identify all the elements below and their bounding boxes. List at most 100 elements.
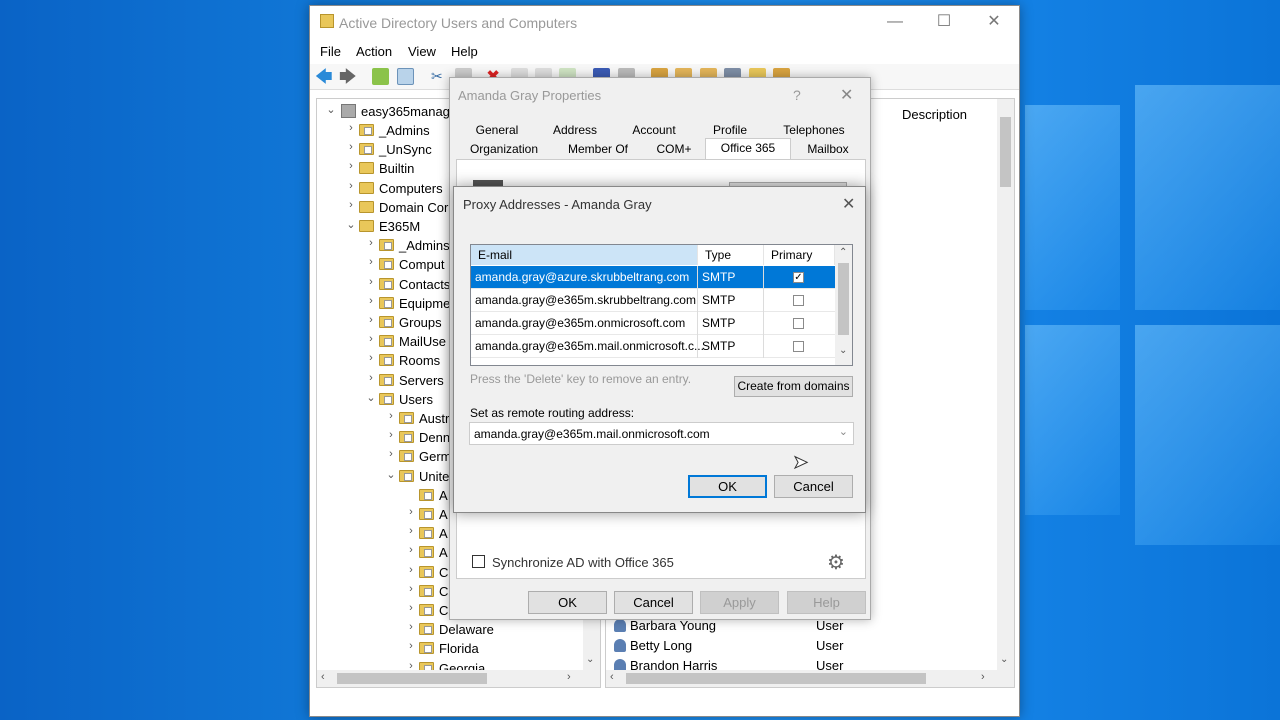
ou-folder-icon <box>419 623 434 636</box>
scroll-left-icon[interactable]: ‹ <box>610 671 614 683</box>
table-row[interactable]: amanda.gray@e365m.mail.onmicrosoft.c... … <box>471 335 835 358</box>
proxy-address-grid[interactable]: E-mail Type Primary amanda.gray@azure.sk… <box>470 244 853 366</box>
scroll-down-icon[interactable]: ⌄ <box>586 654 594 665</box>
tab-organization[interactable]: Organization <box>458 140 550 159</box>
tree-horizontal-scrollbar[interactable]: ‹ › <box>317 670 600 687</box>
scroll-down-icon[interactable]: ⌄ <box>839 345 847 356</box>
chevron-right-icon[interactable]: › <box>345 122 357 134</box>
forward-arrow-icon[interactable]: 🡆 <box>339 68 357 85</box>
gear-icon[interactable]: ⚙ <box>827 550 845 575</box>
chevron-right-icon[interactable]: › <box>385 429 397 441</box>
tab-mailbox[interactable]: Mailbox <box>791 140 865 159</box>
proxy-addresses-dialog: Proxy Addresses - Amanda Gray ✕ E-mail T… <box>453 186 866 513</box>
cut-icon[interactable]: ✂ <box>431 68 448 85</box>
chevron-right-icon[interactable]: › <box>405 506 417 518</box>
tab-member-of[interactable]: Member Of <box>550 140 646 159</box>
grid-vertical-scrollbar[interactable]: ⌃ ⌄ <box>835 245 852 365</box>
scroll-left-icon[interactable]: ‹ <box>321 671 325 683</box>
primary-checkbox[interactable] <box>793 295 804 306</box>
up-folder-icon[interactable] <box>372 68 389 85</box>
menu-file[interactable]: File <box>320 44 341 59</box>
list-horizontal-scrollbar[interactable]: ‹ › <box>606 670 1014 687</box>
show-tree-icon[interactable] <box>397 68 414 85</box>
menu-view[interactable]: View <box>408 44 436 59</box>
scroll-thumb[interactable] <box>1000 117 1011 187</box>
close-icon[interactable]: ✕ <box>840 85 853 105</box>
menu-action[interactable]: Action <box>356 44 392 59</box>
chevron-right-icon[interactable]: › <box>345 160 357 172</box>
tab-office-365[interactable]: Office 365 <box>705 138 791 160</box>
chevron-right-icon[interactable]: › <box>405 602 417 614</box>
chevron-right-icon[interactable]: › <box>365 237 377 249</box>
scroll-right-icon[interactable]: › <box>981 671 985 683</box>
tab-address[interactable]: Address <box>536 121 614 140</box>
column-header-email[interactable]: E-mail <box>471 245 698 265</box>
chevron-right-icon[interactable]: › <box>365 295 377 307</box>
apply-button[interactable]: Apply <box>700 591 779 614</box>
tab-general[interactable]: General <box>458 121 536 140</box>
minimize-button[interactable]: — <box>875 10 915 34</box>
scroll-up-icon[interactable]: ⌃ <box>839 247 847 258</box>
help-button[interactable]: Help <box>787 591 866 614</box>
chevron-right-icon[interactable]: › <box>365 256 377 268</box>
chevron-down-icon[interactable]: ⌄ <box>325 103 337 116</box>
cancel-button[interactable]: Cancel <box>774 475 853 498</box>
column-header-primary[interactable]: Primary <box>764 245 835 265</box>
routing-address-select[interactable]: amanda.gray@e365m.mail.onmicrosoft.com ⌄ <box>469 422 854 445</box>
chevron-right-icon[interactable]: › <box>405 544 417 556</box>
ou-folder-icon <box>379 335 394 348</box>
chevron-right-icon[interactable]: › <box>405 525 417 537</box>
tree-label: Germ <box>419 449 452 465</box>
chevron-right-icon[interactable]: › <box>345 199 357 211</box>
cancel-button[interactable]: Cancel <box>614 591 693 614</box>
list-vertical-scrollbar[interactable]: ⌄ <box>997 99 1014 687</box>
chevron-right-icon[interactable]: › <box>385 410 397 422</box>
chevron-right-icon[interactable]: › <box>405 640 417 652</box>
tab-account[interactable]: Account <box>614 121 694 140</box>
scroll-right-icon[interactable]: › <box>567 671 571 683</box>
create-from-domains-button[interactable]: Create from domains <box>734 376 853 397</box>
ok-button[interactable]: OK <box>688 475 767 498</box>
menu-help[interactable]: Help <box>451 44 478 59</box>
sync-checkbox[interactable] <box>472 555 485 568</box>
chevron-down-icon[interactable]: ⌄ <box>385 468 397 481</box>
column-header-description[interactable]: Description <box>902 107 967 122</box>
maximize-button[interactable]: ☐ <box>924 10 964 34</box>
chevron-right-icon[interactable]: › <box>365 333 377 345</box>
chevron-right-icon[interactable]: › <box>345 141 357 153</box>
chevron-right-icon[interactable]: › <box>405 583 417 595</box>
chevron-right-icon[interactable]: › <box>365 314 377 326</box>
chevron-down-icon[interactable]: ⌄ <box>345 218 357 231</box>
close-button[interactable]: ✕ <box>974 10 1014 34</box>
ok-button[interactable]: OK <box>528 591 607 614</box>
chevron-right-icon[interactable]: › <box>405 564 417 576</box>
column-header-type[interactable]: Type <box>698 245 764 265</box>
ou-folder-icon <box>379 354 394 367</box>
ou-folder-icon <box>379 277 394 290</box>
chevron-down-icon[interactable]: ⌄ <box>365 391 377 404</box>
chevron-right-icon[interactable]: › <box>405 621 417 633</box>
primary-checkbox[interactable] <box>793 341 804 352</box>
tab-com-plus[interactable]: COM+ <box>646 140 702 159</box>
chevron-right-icon[interactable]: › <box>365 276 377 288</box>
table-row[interactable]: amanda.gray@e365m.skrubbeltrang.com SMTP <box>471 289 835 312</box>
routing-value: amanda.gray@e365m.mail.onmicrosoft.com <box>474 427 710 441</box>
chevron-right-icon[interactable]: › <box>345 180 357 192</box>
table-row[interactable]: amanda.gray@azure.skrubbeltrang.com SMTP… <box>471 266 835 289</box>
chevron-right-icon[interactable]: › <box>385 448 397 460</box>
primary-checkbox[interactable]: ✓ <box>793 272 804 283</box>
help-icon[interactable]: ? <box>793 87 801 103</box>
tree-label: A <box>439 545 448 561</box>
primary-checkbox[interactable] <box>793 318 804 329</box>
chevron-right-icon[interactable]: › <box>365 352 377 364</box>
scroll-thumb[interactable] <box>337 673 487 684</box>
scroll-thumb[interactable] <box>838 263 849 335</box>
back-arrow-icon[interactable]: 🡄 <box>315 68 333 85</box>
table-row[interactable]: amanda.gray@e365m.onmicrosoft.com SMTP <box>471 312 835 335</box>
scroll-down-icon[interactable]: ⌄ <box>1000 654 1008 665</box>
list-item[interactable]: Betty Long User <box>610 637 990 655</box>
close-icon[interactable]: ✕ <box>842 194 855 214</box>
chevron-down-icon[interactable]: ⌄ <box>839 425 848 438</box>
scroll-thumb[interactable] <box>626 673 926 684</box>
chevron-right-icon[interactable]: › <box>365 372 377 384</box>
